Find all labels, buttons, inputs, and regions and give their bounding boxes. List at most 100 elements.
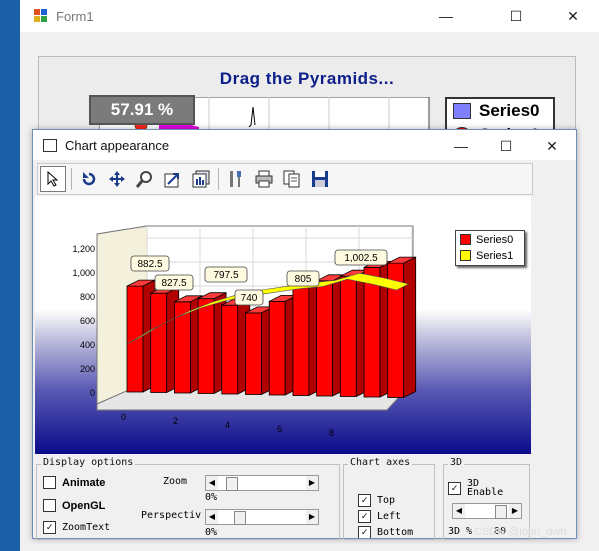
y-tick-label: 0	[90, 388, 95, 398]
bar	[268, 301, 286, 396]
perspective-value: 0%	[205, 527, 218, 538]
bar	[173, 301, 191, 394]
bar	[339, 275, 357, 397]
bottom-axis-label: Bottom	[377, 526, 414, 538]
opengl-label: OpenGL	[62, 499, 106, 512]
chart-axes-title: Chart axes	[348, 457, 413, 468]
form1-close-button[interactable]: ✕	[550, 0, 596, 32]
zoom-label: Zoom	[163, 476, 188, 487]
x-tick-label: 6	[277, 424, 282, 434]
x-tick-label: 0	[121, 412, 126, 422]
left-axis-checkbox[interactable]: ✓ Left	[358, 510, 401, 523]
x-tick-label: 4	[225, 420, 230, 430]
annotation-label: 805	[295, 274, 312, 285]
3d-slider-thumb[interactable]	[495, 505, 507, 519]
3d-percent-label: 3D %	[448, 526, 473, 537]
3d-icon[interactable]	[189, 167, 213, 191]
bar	[245, 312, 262, 395]
form1-titlebar: Form1 — ☐ ✕	[20, 0, 599, 32]
depth-icon[interactable]	[161, 167, 185, 191]
zoom-slider-thumb[interactable]	[226, 477, 238, 491]
bottom-axis-checkbox[interactable]: ✓ Bottom	[358, 526, 413, 538]
legend-swatch	[460, 234, 471, 245]
annotation-label: 882.5	[137, 259, 162, 270]
bar	[150, 292, 168, 393]
rotate-icon[interactable]	[77, 167, 101, 191]
3d-left-arrow-icon[interactable]: ◀	[453, 504, 465, 518]
chart-axes-group: Chart axes ✓ Top ✓ Left ✓ Bottom	[343, 457, 435, 540]
chart-appearance-dialog: Chart appearance — ☐ ✕ 0 200 400 600 800…	[32, 129, 577, 540]
zoomtext-check-box[interactable]: ✓	[43, 521, 56, 534]
y-tick-label: 1,000	[72, 268, 95, 278]
save-icon[interactable]	[308, 167, 332, 191]
copy-icon[interactable]	[280, 167, 304, 191]
form1-title: Form1	[56, 8, 94, 24]
top-axis-checkbox[interactable]: ✓ Top	[358, 494, 395, 507]
perspective-left-arrow-icon[interactable]: ◀	[206, 510, 218, 524]
legend-swatch	[460, 250, 471, 261]
y-tick-label: 600	[80, 316, 95, 326]
3d-enable-label: 3D Enable	[467, 478, 504, 498]
zoom-slider[interactable]: ◀ ▶	[205, 475, 319, 491]
perspective-slider-thumb[interactable]	[234, 511, 246, 525]
zoomtext-label: ZoomText	[62, 522, 111, 533]
zoom-value: 0%	[205, 492, 218, 503]
edit-tools-icon[interactable]	[224, 167, 248, 191]
opengl-checkbox[interactable]: OpenGL	[43, 499, 105, 512]
3d-percent-slider[interactable]: ◀ ▶	[452, 503, 522, 519]
dialog-close-button[interactable]: ✕	[529, 130, 575, 162]
zoomtext-checkbox[interactable]: ✓ ZoomText	[43, 521, 110, 534]
annotation-label: 827.5	[161, 278, 186, 289]
zoom-icon[interactable]	[133, 167, 157, 191]
zoom-left-arrow-icon[interactable]: ◀	[206, 476, 218, 490]
animate-check-box[interactable]	[43, 476, 56, 489]
3d-right-arrow-icon[interactable]: ▶	[509, 504, 521, 518]
legend-item: Series1	[456, 248, 524, 263]
form-app-icon	[34, 9, 48, 23]
chart-legend: Series0 Series1	[455, 230, 525, 266]
perspective-slider[interactable]: ◀ ▶	[205, 509, 319, 525]
bottom-axis-check-box[interactable]: ✓	[358, 526, 371, 538]
toolbar-separator	[71, 168, 72, 190]
3d-group-title: 3D	[448, 457, 465, 468]
dialog-titlebar: Chart appearance — ☐ ✕	[33, 130, 576, 160]
legend-label: Series0	[479, 101, 540, 120]
dialog-maximize-button[interactable]: ☐	[483, 130, 529, 162]
opengl-check-box[interactable]	[43, 499, 56, 512]
y-tick-label: 200	[80, 364, 95, 374]
annotation-label: 797.5	[213, 270, 238, 281]
dialog-app-icon	[43, 138, 57, 152]
bar	[197, 298, 215, 394]
animate-checkbox[interactable]: Animate	[43, 476, 105, 489]
chart-plot-area[interactable]: 0 200 400 600 800 1,000 1,200 0 2 4 6 8 882.5 827.5…	[35, 196, 531, 454]
left-axis-label: Left	[377, 511, 402, 522]
display-options-title: Display options	[41, 457, 136, 468]
3d-enable-checkbox[interactable]: ✓ 3D Enable	[448, 478, 507, 498]
legend-swatch	[453, 103, 471, 119]
form1-maximize-button[interactable]: ☐	[493, 0, 539, 32]
3d-enable-check-box[interactable]: ✓	[448, 481, 461, 495]
print-icon[interactable]	[252, 167, 276, 191]
top-axis-check-box[interactable]: ✓	[358, 494, 371, 507]
toolbar-separator	[218, 168, 219, 190]
form1-minimize-button[interactable]: —	[423, 0, 469, 32]
legend-label: Series1	[476, 249, 514, 262]
chart-toolbar	[37, 163, 533, 195]
bar-side	[403, 256, 417, 399]
y-tick-label: 800	[80, 292, 95, 302]
dialog-minimize-button[interactable]: —	[438, 130, 484, 162]
bar	[316, 280, 334, 397]
dialog-title: Chart appearance	[65, 137, 170, 153]
annotation-label: 1,002.5	[344, 253, 378, 264]
left-axis-check-box[interactable]: ✓	[358, 510, 371, 523]
x-tick-label: 8	[329, 428, 334, 438]
y-tick-label: 1,200	[72, 244, 95, 254]
chart-title: TeeChart Pro 3D	[235, 210, 320, 222]
legend-item: Series0	[456, 232, 524, 247]
pointer-icon[interactable]	[40, 166, 66, 192]
legend-label: Series0	[476, 233, 514, 246]
move-icon[interactable]	[105, 167, 129, 191]
perspective-right-arrow-icon[interactable]: ▶	[306, 510, 318, 524]
zoom-right-arrow-icon[interactable]: ▶	[306, 476, 318, 490]
x-tick-label: 2	[173, 416, 178, 426]
